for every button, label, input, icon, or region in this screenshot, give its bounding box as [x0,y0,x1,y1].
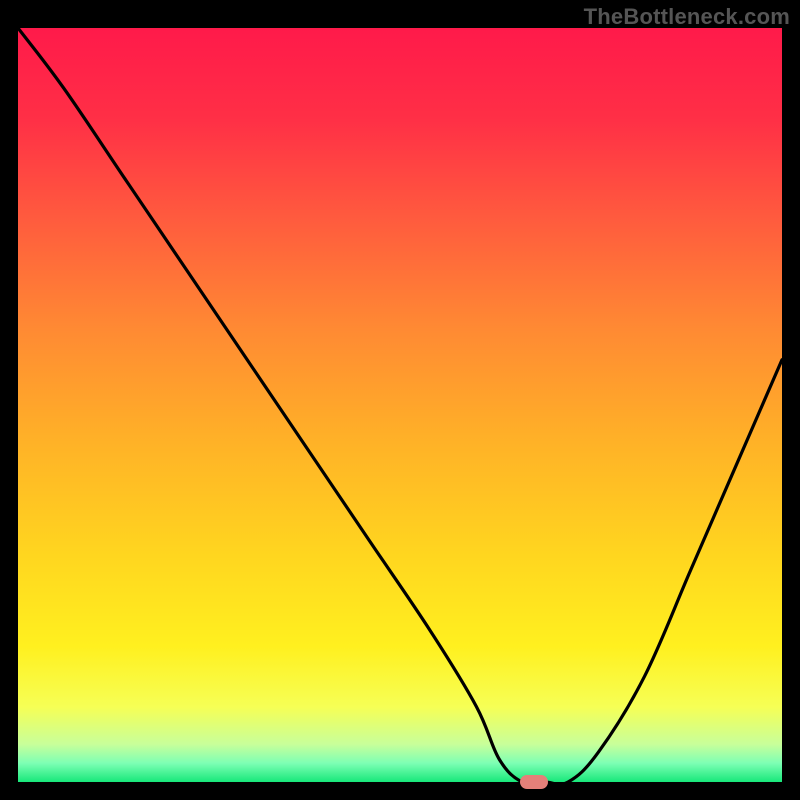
gradient-background [18,28,782,782]
highlight-marker [520,775,548,789]
plot-area [18,28,782,782]
chart-frame: TheBottleneck.com [0,0,800,800]
chart-svg [18,28,782,782]
watermark-text: TheBottleneck.com [584,4,790,30]
